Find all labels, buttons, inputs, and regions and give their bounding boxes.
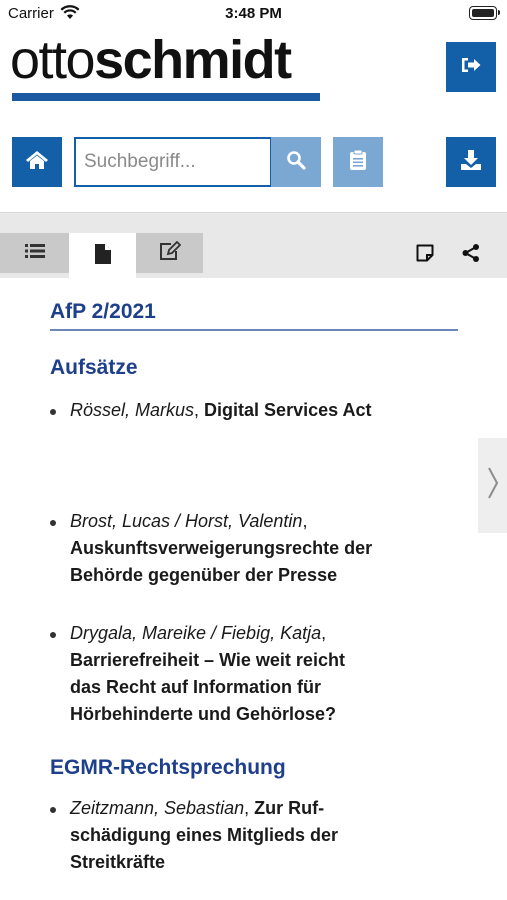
item-author: Zeitzmann, Sebastian — [70, 798, 245, 818]
document-icon — [94, 243, 111, 269]
share-button[interactable] — [459, 243, 483, 267]
home-button[interactable] — [12, 137, 62, 187]
clipboard-button[interactable] — [333, 137, 383, 187]
item-author: Brost, Lucas / Horst, Valentin — [70, 511, 303, 531]
chevron-right-icon — [487, 466, 499, 505]
battery-icon — [469, 6, 500, 20]
download-button[interactable] — [446, 137, 496, 187]
clipboard-icon — [349, 149, 367, 176]
logo-underline — [12, 93, 320, 101]
item-title[interactable]: Auskunftsverweigerungsrechte der Behörde… — [70, 538, 372, 585]
section-heading: Aufsätze — [50, 356, 138, 379]
tab-table-of-contents[interactable] — [0, 233, 69, 273]
section-heading: EGMR-Rechtsprechung — [50, 756, 286, 779]
list-icon — [24, 243, 45, 264]
list-item[interactable]: Zeitzmann, Sebastian, Zur Ruf­schädigung… — [50, 795, 380, 876]
document-content: AfP 2/2021 Aufsätze Rössel, Markus, Digi… — [0, 278, 507, 900]
issue-divider — [50, 329, 458, 331]
item-title[interactable]: Digital Services Act — [204, 400, 371, 420]
search-input[interactable] — [74, 137, 272, 187]
tab-edit[interactable] — [136, 233, 203, 273]
tab-document[interactable] — [69, 233, 136, 279]
item-author: Rössel, Markus — [70, 400, 195, 420]
list-item[interactable]: Drygala, Mareike / Fiebig, Katja, Barrie… — [50, 620, 380, 728]
status-bar: Carrier 3:48 PM — [0, 0, 507, 26]
edit-icon — [159, 240, 181, 266]
share-icon — [461, 243, 481, 268]
brand-logo: ottoschmidt — [10, 30, 322, 104]
logout-icon — [460, 56, 482, 79]
logo-word-bold: schmidt — [94, 30, 292, 90]
download-icon — [460, 149, 482, 176]
search-button[interactable] — [271, 137, 321, 187]
issue-title: AfP 2/2021 — [50, 300, 156, 323]
item-author: Drygala, Mareike / Fiebig, Katja — [70, 623, 322, 643]
logo-wordmark: ottoschmidt — [10, 28, 292, 92]
status-time: 3:48 PM — [225, 5, 282, 22]
search-icon — [286, 150, 306, 175]
logout-button[interactable] — [446, 42, 496, 92]
list-item[interactable]: Rössel, Markus, Digital Services Act — [50, 397, 380, 424]
note-button[interactable] — [413, 243, 437, 267]
item-title[interactable]: Barrierefreiheit – Wie weit reicht das R… — [70, 650, 345, 724]
view-tab-bar — [0, 212, 507, 279]
next-page-button[interactable] — [478, 438, 507, 533]
logo-word-light: otto — [10, 30, 96, 90]
note-icon — [416, 244, 434, 267]
home-icon — [25, 150, 49, 175]
view-tabs — [0, 233, 203, 279]
list-item[interactable]: Brost, Lucas / Horst, Valentin, Auskunft… — [50, 508, 380, 589]
